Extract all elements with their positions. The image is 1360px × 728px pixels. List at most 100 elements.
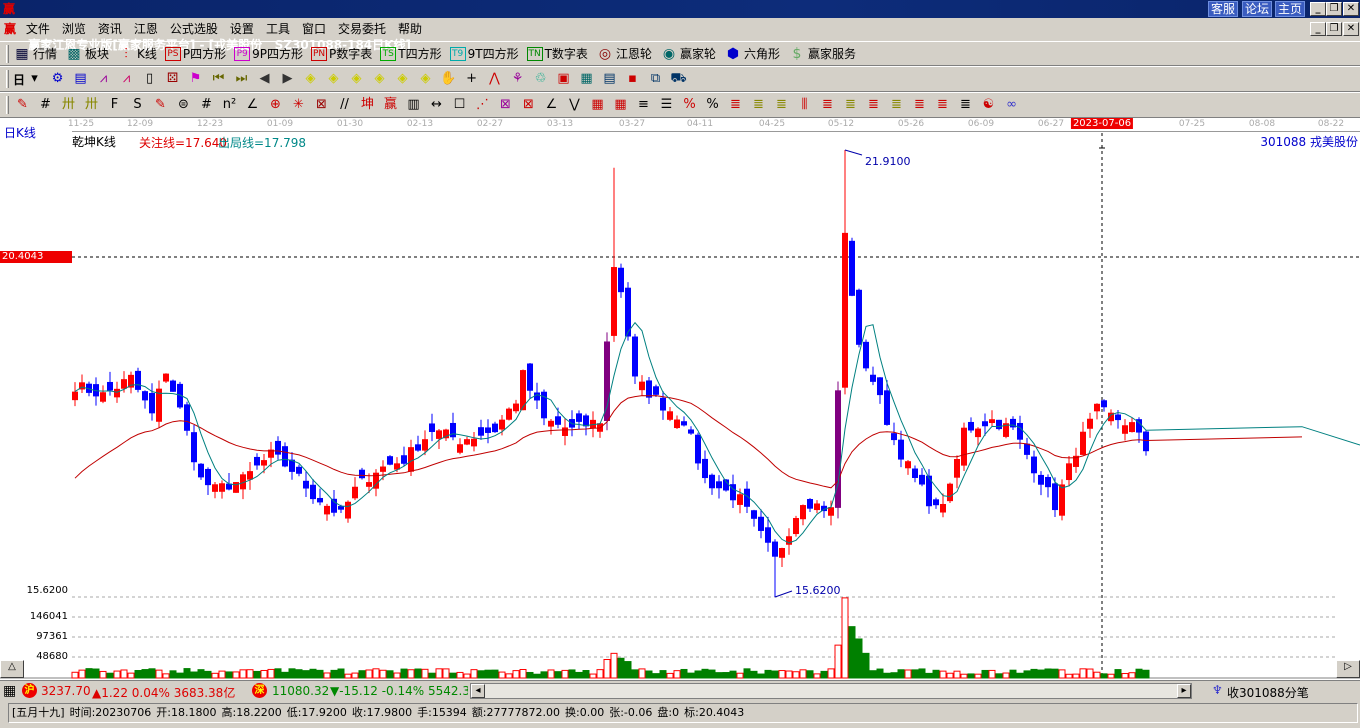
candle-body [919,474,925,485]
scroll-right-button[interactable]: ▷ [1336,660,1360,678]
candle-body [415,444,421,451]
bar-info-low: 低:17.9200 [286,706,347,719]
candle-body [604,341,610,421]
volume-bar [897,669,905,679]
volume-bar [841,597,849,679]
volume-bar [414,668,422,679]
candle-body [513,403,519,412]
candle-body [961,427,967,466]
high-label: 21.9100 [865,155,911,168]
candle-body [1045,476,1051,488]
volume-bar [687,672,695,679]
volume-bar [449,672,457,679]
volume-bar [393,672,401,679]
index-status-bar: ▦ 沪 3237.70 ▲1.22 0.04% 3683.38亿 深 11080… [0,680,1360,701]
candle-body [758,516,764,531]
volume-bar [1142,669,1150,679]
candle-body [1080,431,1086,455]
candle-body [219,483,225,492]
volume-bar [141,669,149,679]
candle-body [905,461,911,469]
volume-bar [1037,669,1045,679]
bar-info-lunar: [五月十九] [12,706,65,719]
candle-body [359,469,365,479]
volume-bar [799,669,807,679]
volume-bar [575,671,583,679]
volume-bar [617,657,625,679]
low-label: 15.6200 [795,584,841,597]
volume-bar [708,669,716,679]
volume-bar [477,670,485,679]
volume-bar [1100,673,1108,679]
volume-bar [470,669,478,679]
sh-change: ▲1.22 0.04% 3683.38亿 [92,686,236,700]
candle-body [1017,422,1023,440]
volume-bar [512,670,520,679]
price-marker: 20.4043 [0,251,72,263]
candle-body [114,388,120,398]
candle-body [1143,431,1149,452]
bar-info-turnover: 换:0.00 [565,706,605,719]
volume-bar [603,659,611,679]
volume-bar [442,668,450,679]
volume-bar [834,644,842,679]
volume-bar [638,668,646,679]
volume-bar [295,669,303,679]
candle-body [401,455,407,464]
candle-body [898,439,904,460]
volume-bar [547,669,555,679]
volume-bar [148,668,156,679]
scroll-right-arrow[interactable]: ▸ [1177,684,1191,698]
volume-bar [988,669,996,679]
candle-body [709,474,715,489]
volume-bar [610,652,618,679]
volume-bar [981,669,989,679]
candle-body [1122,425,1128,434]
volume-bar [673,670,681,679]
candle-body [324,505,330,515]
volume-bar [932,669,940,679]
volume-bar [78,669,86,679]
sz-change: ▼-15.12 -0.14% 5542.3 [330,684,468,698]
candle-body [863,341,869,369]
candle-body [492,423,498,433]
candle-body [464,439,470,445]
ticker-scrollbar[interactable]: ◂ ▸ [470,683,1192,699]
volume-bar [99,670,107,679]
candle-body [681,421,687,426]
volume-bar [806,670,814,679]
volume-bar [379,669,387,679]
volume-bar [274,668,282,679]
candle-body [303,480,309,489]
scroll-up-button[interactable]: △ [0,660,24,678]
volume-bar [848,626,856,679]
volume-bar [113,670,121,679]
candle-body [884,390,890,425]
candle-body [646,380,652,398]
bar-info-open: 开:18.1800 [156,706,217,719]
volume-bar [456,671,464,679]
volume-bar [1051,668,1059,679]
volume-bar [652,673,660,679]
volume-bar [596,669,604,679]
volume-bar [351,672,359,679]
bar-info-mark: 标:20.4043 [684,706,745,719]
volume-bar [974,673,982,679]
candle-body [849,240,855,296]
volume-bar [813,673,821,679]
volume-bar [176,672,184,679]
candle-body [72,391,78,401]
scroll-left-arrow[interactable]: ◂ [471,684,485,698]
volume-bar [680,668,688,679]
candle-body [1115,414,1121,421]
candle-body [1094,403,1100,412]
volume-bar [1030,668,1038,679]
volume-bar [239,669,247,679]
quote-table-icon[interactable]: ▦ [3,683,16,699]
candle-body [317,497,323,503]
volume-bar [309,668,317,679]
volume-bar [498,671,506,679]
candle-body [296,466,302,474]
receive-status: 收301088分笔 [1227,686,1309,700]
volume-bar [624,661,632,679]
